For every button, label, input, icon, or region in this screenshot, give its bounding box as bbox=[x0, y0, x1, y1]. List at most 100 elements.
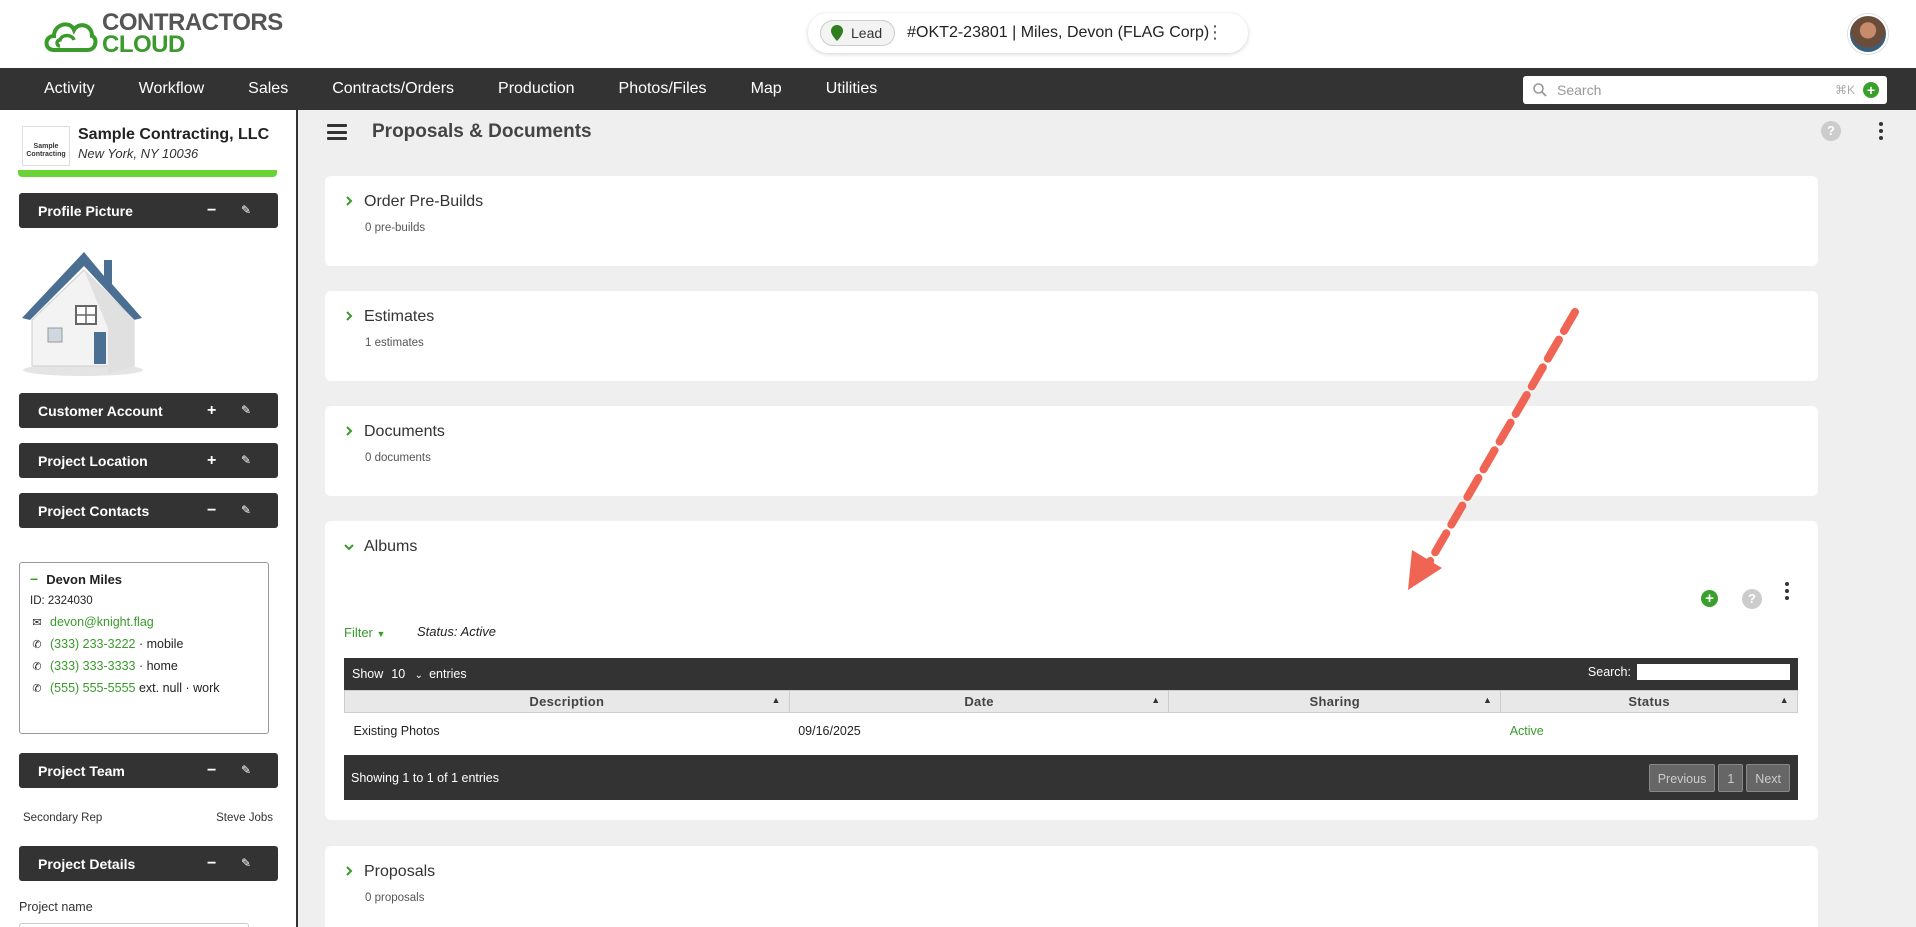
collapse-icon[interactable]: − bbox=[207, 753, 216, 788]
cell-sharing bbox=[1169, 713, 1501, 749]
nav-contracts-orders[interactable]: Contracts/Orders bbox=[310, 68, 476, 110]
edit-pencil-icon[interactable]: ✎ bbox=[241, 846, 251, 881]
collapse-icon[interactable]: − bbox=[207, 846, 216, 881]
contact-email[interactable]: devon@knight.flag bbox=[50, 615, 154, 629]
panel-title: Project Contacts bbox=[38, 502, 150, 519]
project-location-panel[interactable]: Project Location + ✎ bbox=[19, 443, 278, 478]
company-logo: Sample Contracting bbox=[22, 126, 70, 166]
edit-pencil-icon[interactable]: ✎ bbox=[241, 443, 251, 478]
add-album-icon[interactable]: + bbox=[1701, 590, 1718, 607]
page-menu-icon[interactable] bbox=[1879, 122, 1883, 140]
add-icon[interactable]: + bbox=[207, 393, 216, 428]
edit-pencil-icon[interactable]: ✎ bbox=[241, 193, 251, 228]
envelope-icon: ✉ bbox=[32, 616, 42, 629]
nav-sales[interactable]: Sales bbox=[226, 68, 310, 110]
phone-type: ext. null · work bbox=[135, 681, 220, 695]
previous-button[interactable]: Previous bbox=[1648, 764, 1716, 792]
project-name-field[interactable] bbox=[19, 923, 249, 927]
project-sidebar: Sample Contracting Sample Contracting, L… bbox=[0, 110, 298, 927]
search-input[interactable]: Search bbox=[1557, 82, 1835, 98]
chevron-right-icon[interactable] bbox=[344, 311, 354, 321]
sort-icon: ▲ bbox=[1482, 695, 1493, 705]
filter-dropdown[interactable]: Filter ▼ bbox=[344, 625, 385, 640]
global-search[interactable]: Search ⌘K + bbox=[1523, 76, 1887, 104]
collapse-icon[interactable]: − bbox=[207, 493, 216, 528]
chevron-right-icon[interactable] bbox=[344, 196, 354, 206]
next-button[interactable]: Next bbox=[1746, 764, 1790, 792]
table-toolbar: Show 10 ⌄ entries Search: bbox=[344, 658, 1798, 690]
panel-title: Project Team bbox=[38, 762, 125, 779]
estimates-section: Estimates 1 estimates bbox=[325, 291, 1818, 381]
section-count: 0 pre-builds bbox=[365, 222, 426, 234]
cloud-logo-icon bbox=[44, 22, 98, 52]
section-title[interactable]: Albums bbox=[364, 538, 417, 556]
nav-activity[interactable]: Activity bbox=[0, 68, 117, 110]
caret-down-icon: ▼ bbox=[376, 629, 386, 639]
customer-account-panel[interactable]: Customer Account + ✎ bbox=[19, 393, 278, 428]
job-selector[interactable]: Lead #OKT2-23801 | Miles, Devon (FLAG Co… bbox=[808, 13, 1248, 53]
order-prebuilds-section: Order Pre-Builds 0 pre-builds bbox=[325, 176, 1818, 266]
section-title[interactable]: Order Pre-Builds bbox=[364, 193, 483, 211]
add-icon[interactable]: + bbox=[207, 443, 216, 478]
project-team-panel[interactable]: Project Team − ✎ bbox=[19, 753, 278, 788]
nav-workflow[interactable]: Workflow bbox=[117, 68, 227, 110]
hamburger-menu-icon[interactable] bbox=[327, 124, 347, 140]
cell-status: Active bbox=[1509, 723, 1544, 738]
company-name: Sample Contracting, LLC bbox=[78, 126, 270, 143]
profile-picture-panel[interactable]: Profile Picture − ✎ bbox=[19, 193, 278, 228]
job-menu-icon[interactable]: ⋮ bbox=[1206, 22, 1224, 43]
column-header-sharing[interactable]: Sharing ▲ bbox=[1168, 690, 1502, 713]
nav-production[interactable]: Production bbox=[476, 68, 597, 110]
edit-pencil-icon[interactable]: ✎ bbox=[241, 393, 251, 428]
page-1-button[interactable]: 1 bbox=[1718, 764, 1744, 792]
sort-icon: ▲ bbox=[771, 695, 781, 705]
section-count: 0 documents bbox=[365, 452, 431, 464]
contact-phone-mobile[interactable]: (333) 233-3222 bbox=[50, 637, 135, 651]
help-icon[interactable]: ? bbox=[1742, 589, 1762, 609]
contact-card: − Devon Miles ID: 2324030 ✉ devon@knight… bbox=[19, 562, 269, 734]
albums-table: Description ▲ Date ▲ Sharing ▲ Status ▲ Exis… bbox=[344, 690, 1798, 749]
column-header-date[interactable]: Date ▲ bbox=[788, 690, 1170, 713]
stage-label: Lead bbox=[851, 25, 883, 41]
table-row[interactable]: Existing Photos 09/16/2025 Active bbox=[345, 713, 1798, 749]
panel-title: Profile Picture bbox=[38, 202, 133, 219]
cell-description[interactable]: Existing Photos bbox=[345, 713, 790, 749]
edit-pencil-icon[interactable]: ✎ bbox=[241, 493, 251, 528]
stage-badge[interactable]: Lead bbox=[820, 20, 896, 46]
proposals-section: Proposals 0 proposals bbox=[325, 846, 1818, 927]
section-title[interactable]: Proposals bbox=[364, 863, 435, 881]
panel-title: Project Details bbox=[38, 855, 136, 872]
section-title[interactable]: Documents bbox=[364, 423, 445, 441]
entries-label: entries bbox=[429, 667, 467, 681]
help-icon[interactable]: ? bbox=[1821, 121, 1841, 141]
chevron-down-icon[interactable] bbox=[344, 542, 354, 552]
edit-pencil-icon[interactable]: ✎ bbox=[241, 753, 251, 788]
phone-type: · home bbox=[135, 659, 178, 673]
contact-phone-home[interactable]: (333) 333-3333 bbox=[50, 659, 135, 673]
chevron-right-icon[interactable] bbox=[344, 426, 354, 436]
column-header-description[interactable]: Description ▲ bbox=[344, 690, 790, 713]
collapse-icon[interactable]: − bbox=[207, 193, 216, 228]
contact-phone-work[interactable]: (555) 555-5555 bbox=[50, 681, 135, 695]
user-avatar[interactable] bbox=[1848, 14, 1888, 54]
team-role: Secondary Rep bbox=[23, 812, 103, 824]
column-header-status[interactable]: Status ▲ bbox=[1500, 690, 1798, 713]
logo-line2: CLOUD bbox=[102, 31, 185, 58]
company-address: New York, NY 10036 bbox=[78, 146, 199, 161]
app-logo[interactable]: CONTRACTORS CLOUD bbox=[42, 11, 283, 58]
albums-menu-icon[interactable] bbox=[1785, 582, 1789, 600]
nav-map[interactable]: Map bbox=[729, 68, 804, 110]
table-search-input[interactable] bbox=[1637, 664, 1790, 680]
chevron-right-icon[interactable] bbox=[344, 866, 354, 876]
collapse-contact-icon[interactable]: − bbox=[30, 571, 38, 587]
nav-photos-files[interactable]: Photos/Files bbox=[597, 68, 729, 110]
nav-utilities[interactable]: Utilities bbox=[804, 68, 900, 110]
section-title[interactable]: Estimates bbox=[364, 308, 434, 326]
quick-add-icon[interactable]: + bbox=[1863, 82, 1879, 98]
page-size-select[interactable]: 10 ⌄ bbox=[391, 667, 423, 681]
project-details-panel[interactable]: Project Details − ✎ bbox=[19, 846, 278, 881]
project-contacts-panel[interactable]: Project Contacts − ✎ bbox=[19, 493, 278, 528]
active-filter: Status: Active bbox=[417, 624, 496, 639]
panel-title: Customer Account bbox=[38, 402, 163, 419]
table-footer: Showing 1 to 1 of 1 entries Previous 1 N… bbox=[344, 755, 1798, 800]
